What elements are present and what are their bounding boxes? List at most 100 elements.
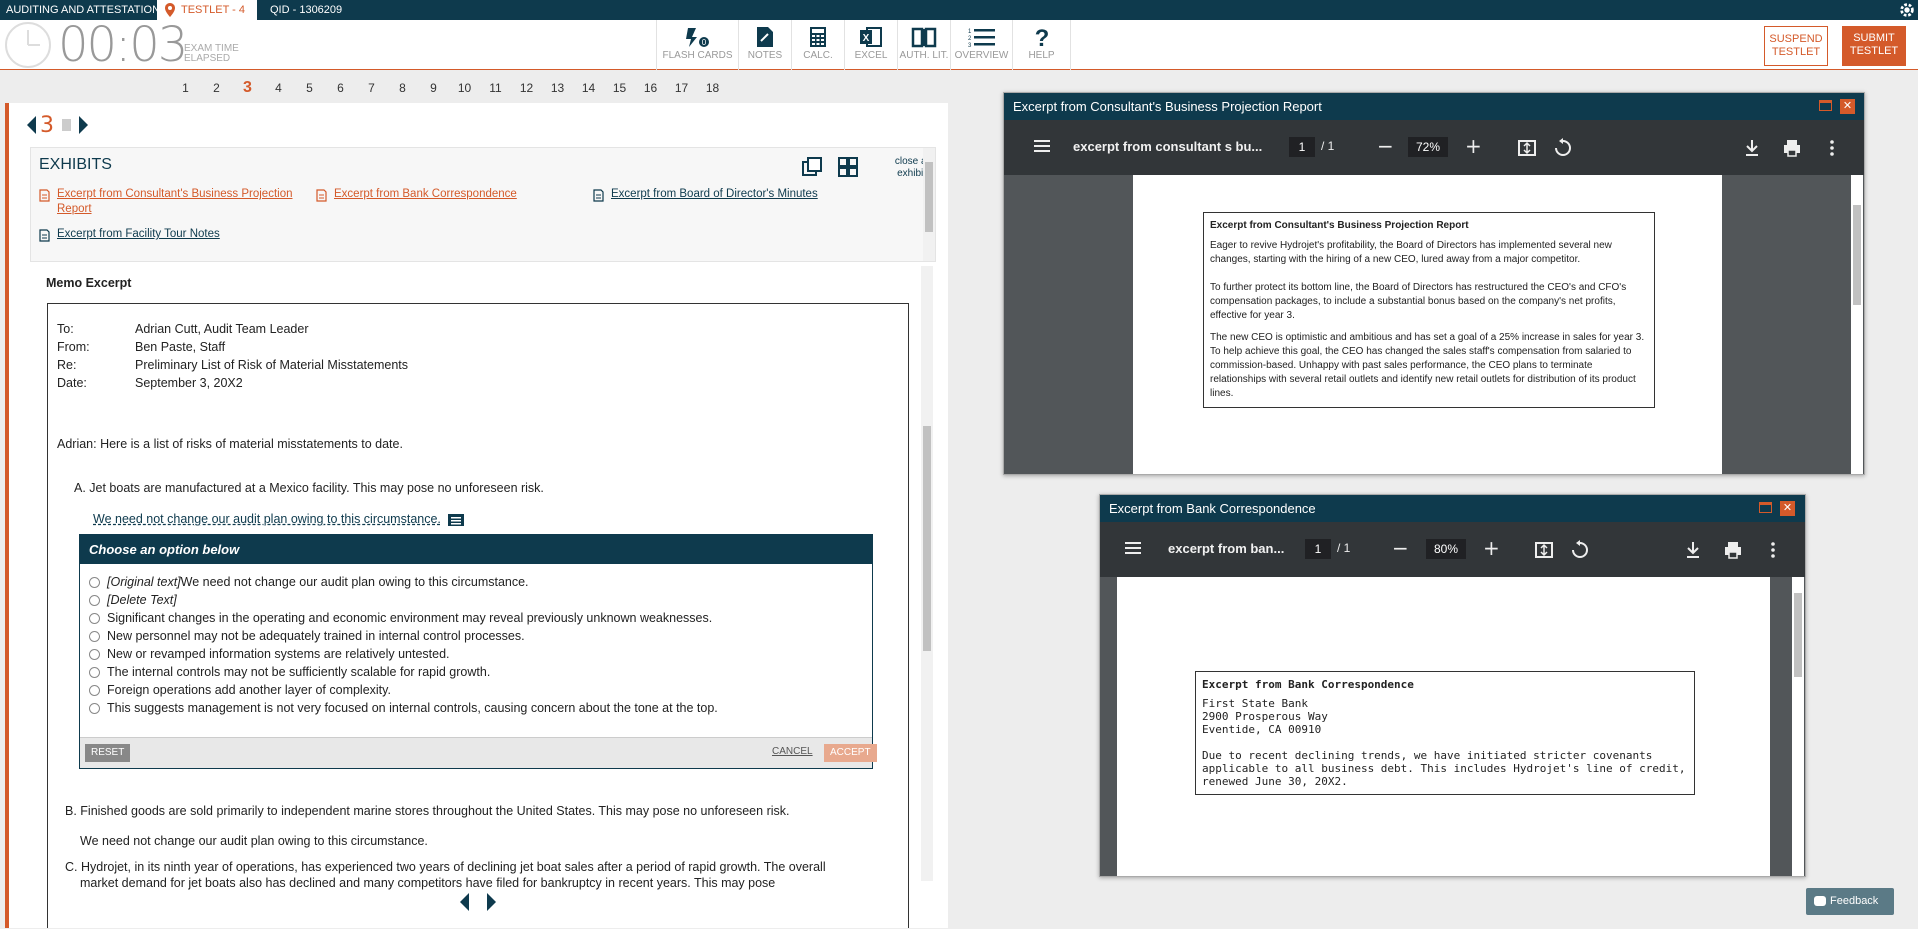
- question-number[interactable]: 16: [635, 78, 666, 98]
- scrollbar-thumb[interactable]: [1794, 593, 1802, 677]
- option-item[interactable]: Significant changes in the operating and…: [89, 611, 712, 625]
- question-number[interactable]: 8: [387, 78, 418, 98]
- more-options-icon[interactable]: [1763, 540, 1783, 560]
- gear-icon[interactable]: [1898, 1, 1916, 19]
- exhibit-link-consultant-report[interactable]: Excerpt from Consultant's Business Proje…: [39, 187, 299, 217]
- question-number[interactable]: 10: [449, 78, 480, 98]
- scrollbar-thumb[interactable]: [925, 162, 933, 232]
- radio-button[interactable]: [89, 666, 100, 678]
- notes-button[interactable]: NOTES: [739, 20, 792, 70]
- response-dropdown-link[interactable]: We need not change our audit plan owing …: [93, 512, 441, 526]
- next-question-icon[interactable]: [487, 893, 496, 911]
- close-icon[interactable]: ✕: [1780, 501, 1795, 516]
- question-number[interactable]: 18: [697, 78, 728, 98]
- option-original-text[interactable]: [Original text] We need not change our a…: [89, 575, 529, 589]
- close-all-exhibits-button[interactable]: close all exhibits: [861, 156, 931, 180]
- question-number[interactable]: 5: [294, 78, 325, 98]
- question-number-bar: 1 2 3 4 5 6 7 8 9 10 11 12 13 14 15 16 1…: [170, 78, 728, 98]
- zoom-level[interactable]: 72%: [1408, 137, 1448, 157]
- question-number[interactable]: 7: [356, 78, 387, 98]
- page-number-input[interactable]: 1: [1305, 539, 1331, 559]
- question-number[interactable]: 2: [201, 78, 232, 98]
- previous-question-icon[interactable]: [460, 893, 469, 911]
- radio-button[interactable]: [89, 684, 100, 696]
- reset-button[interactable]: RESET: [85, 744, 131, 762]
- close-icon[interactable]: ✕: [1840, 99, 1855, 114]
- zoom-in-icon[interactable]: +: [1483, 536, 1500, 560]
- radio-button[interactable]: [89, 612, 100, 624]
- help-icon: ?: [1034, 26, 1049, 48]
- question-number-current[interactable]: 3: [232, 78, 263, 98]
- help-button[interactable]: ? HELP: [1013, 20, 1071, 70]
- rotate-icon[interactable]: [1553, 138, 1573, 158]
- question-number[interactable]: 12: [511, 78, 542, 98]
- cancel-button[interactable]: CANCEL: [772, 746, 813, 757]
- memo-scrollbar[interactable]: [921, 266, 933, 881]
- notes-icon: [757, 27, 773, 47]
- question-number[interactable]: 11: [480, 78, 511, 98]
- zoom-out-icon[interactable]: −: [1392, 536, 1409, 560]
- option-list-icon[interactable]: [448, 513, 465, 526]
- page-number-input[interactable]: 1: [1289, 137, 1315, 157]
- print-icon[interactable]: [1723, 540, 1743, 560]
- maximize-icon[interactable]: [1759, 502, 1772, 513]
- question-number[interactable]: 13: [542, 78, 573, 98]
- question-number[interactable]: 6: [325, 78, 356, 98]
- menu-icon[interactable]: [1034, 140, 1050, 152]
- pdf-scrollbar[interactable]: [1851, 175, 1863, 474]
- memo-item-a-response[interactable]: We need not change our audit plan owing …: [93, 511, 465, 527]
- zoom-level[interactable]: 80%: [1426, 539, 1466, 559]
- option-item[interactable]: This suggests management is not very foc…: [89, 701, 718, 715]
- option-item[interactable]: The internal controls may not be suffici…: [89, 665, 490, 679]
- option-item[interactable]: New personnel may not be adequately trai…: [89, 629, 525, 643]
- suspend-testlet-button[interactable]: SUSPEND TESTLET: [1764, 26, 1828, 66]
- zoom-out-icon[interactable]: −: [1377, 134, 1394, 158]
- radio-button[interactable]: [89, 648, 100, 660]
- question-number[interactable]: 17: [666, 78, 697, 98]
- bookmark-icon[interactable]: [62, 119, 71, 131]
- print-icon[interactable]: [1782, 138, 1802, 158]
- excel-button[interactable]: X EXCEL: [845, 20, 898, 70]
- radio-button[interactable]: [89, 594, 100, 606]
- exhibits-scrollbar[interactable]: [923, 148, 935, 261]
- radio-button[interactable]: [89, 702, 100, 714]
- exhibit-link-board-minutes[interactable]: Excerpt from Board of Director's Minutes: [593, 187, 818, 202]
- question-number[interactable]: 9: [418, 78, 449, 98]
- fit-page-icon[interactable]: [1517, 138, 1537, 158]
- cascade-windows-icon[interactable]: [801, 156, 823, 178]
- scrollbar-thumb[interactable]: [923, 426, 931, 651]
- calculator-button[interactable]: CALC.: [792, 20, 845, 70]
- rotate-icon[interactable]: [1570, 540, 1590, 560]
- accept-button[interactable]: ACCEPT: [824, 744, 877, 762]
- option-item[interactable]: New or revamped information systems are …: [89, 647, 450, 661]
- question-number[interactable]: 15: [604, 78, 635, 98]
- fit-page-icon[interactable]: [1534, 540, 1554, 560]
- radio-button[interactable]: [89, 630, 100, 642]
- question-number[interactable]: 1: [170, 78, 201, 98]
- radio-button[interactable]: [89, 576, 100, 588]
- download-icon[interactable]: [1683, 540, 1703, 560]
- more-options-icon[interactable]: [1822, 138, 1842, 158]
- overview-button[interactable]: 123 OVERVIEW: [951, 20, 1013, 70]
- download-icon[interactable]: [1742, 138, 1762, 158]
- tile-windows-icon[interactable]: [837, 156, 859, 178]
- question-number[interactable]: 4: [263, 78, 294, 98]
- zoom-in-icon[interactable]: +: [1465, 134, 1482, 158]
- next-question-icon[interactable]: [79, 116, 88, 134]
- exhibit-link-facility-tour[interactable]: Excerpt from Facility Tour Notes: [39, 227, 220, 242]
- window-title-bar[interactable]: Excerpt from Consultant's Business Proje…: [1004, 93, 1864, 120]
- auth-lit-button[interactable]: AUTH. LIT.: [898, 20, 951, 70]
- submit-testlet-button[interactable]: SUBMIT TESTLET: [1842, 26, 1906, 66]
- option-item[interactable]: Foreign operations add another layer of …: [89, 683, 391, 697]
- flash-cards-button[interactable]: 0 FLASH CARDS: [657, 20, 739, 70]
- pdf-scrollbar[interactable]: [1792, 577, 1804, 876]
- scrollbar-thumb[interactable]: [1853, 205, 1861, 305]
- option-delete-text[interactable]: [Delete Text]: [89, 593, 177, 607]
- previous-question-icon[interactable]: [27, 116, 36, 134]
- question-number[interactable]: 14: [573, 78, 604, 98]
- menu-icon[interactable]: [1125, 542, 1141, 554]
- window-title-bar[interactable]: Excerpt from Bank Correspondence ✕: [1100, 495, 1805, 522]
- maximize-icon[interactable]: [1819, 100, 1832, 111]
- feedback-button[interactable]: Feedback: [1806, 888, 1894, 915]
- exhibit-link-bank-correspondence[interactable]: Excerpt from Bank Correspondence: [316, 187, 517, 202]
